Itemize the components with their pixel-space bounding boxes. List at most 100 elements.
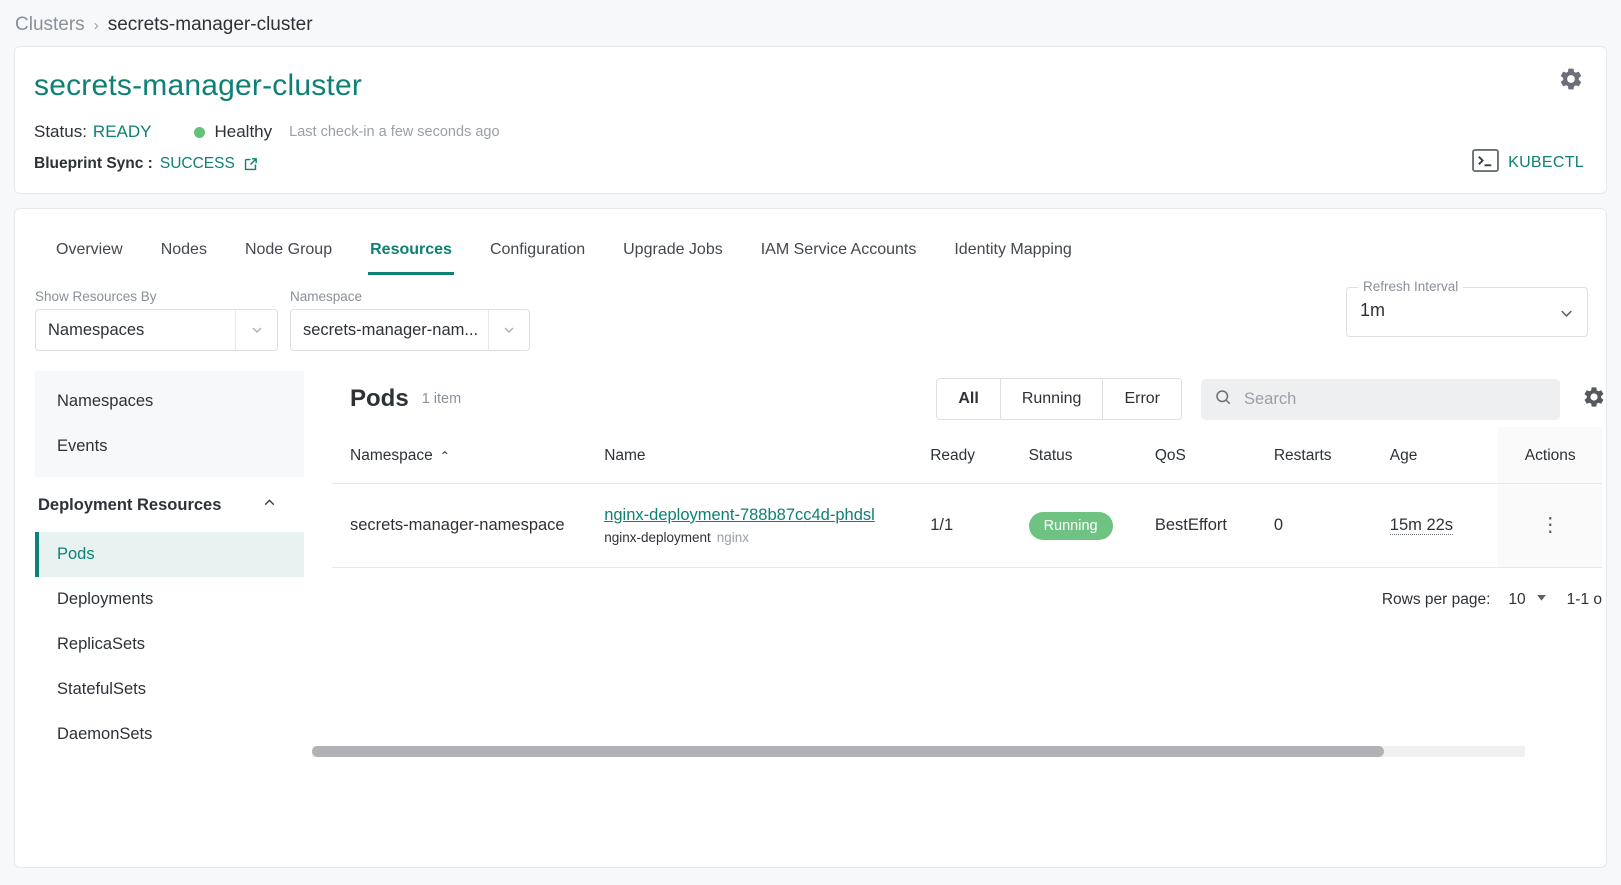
- tab-nodes[interactable]: Nodes: [142, 231, 226, 275]
- cell-restarts: 0: [1273, 483, 1390, 568]
- show-resources-by-value: Namespaces: [48, 320, 145, 339]
- tab-resources[interactable]: Resources: [351, 231, 471, 275]
- terminal-icon: [1472, 149, 1500, 177]
- blueprint-sync-label: Blueprint Sync :: [34, 155, 153, 172]
- pods-toolbar: Pods 1 item All Running Error: [332, 371, 1606, 427]
- blueprint-sync-value: SUCCESS: [159, 155, 235, 172]
- age-value: 15m 22s: [1389, 516, 1454, 535]
- resource-sidebar: Namespaces Events Deployment Resources P…: [35, 371, 304, 757]
- column-header-status[interactable]: Status: [1028, 427, 1155, 484]
- tab-node-group[interactable]: Node Group: [226, 231, 351, 275]
- pagination-range-text: 1-1 o: [1566, 591, 1602, 608]
- scrollbar-thumb[interactable]: [312, 746, 1384, 757]
- namespace-select[interactable]: secrets-manager-nam...: [290, 309, 530, 351]
- cluster-settings-gear-icon[interactable]: [1558, 66, 1584, 97]
- last-checkin-text: Last check-in a few seconds ago: [289, 124, 500, 140]
- cell-qos: BestEffort: [1154, 483, 1274, 568]
- namespace-field: Namespace secrets-manager-nam...: [290, 289, 530, 351]
- external-link-icon[interactable]: [242, 156, 259, 173]
- sidebar-item-pods[interactable]: Pods: [35, 532, 304, 577]
- status-value: READY: [92, 122, 152, 141]
- pod-owner-info: nginx-deployment nginx: [604, 530, 930, 545]
- status-filter-group: All Running Error: [936, 378, 1182, 420]
- chevron-down-icon: [1534, 590, 1549, 610]
- table-row: secrets-manager-namespace nginx-deployme…: [332, 483, 1602, 568]
- sidebar-item-label: Deployments: [57, 590, 154, 608]
- column-label: Ready: [930, 447, 976, 464]
- column-label: Restarts: [1273, 447, 1332, 464]
- column-header-age[interactable]: Age: [1389, 427, 1499, 484]
- column-header-qos[interactable]: QoS: [1154, 427, 1274, 484]
- sidebar-item-label: Pods: [57, 545, 95, 563]
- row-actions-menu-icon[interactable]: ⋮: [1540, 514, 1560, 536]
- pod-owner: nginx-deployment: [604, 530, 711, 545]
- rows-per-page-select[interactable]: 10: [1508, 590, 1548, 610]
- sidebar-item-daemonsets[interactable]: DaemonSets: [35, 712, 304, 757]
- refresh-interval-select[interactable]: Refresh Interval 1m: [1346, 279, 1588, 337]
- tab-iam-service-accounts[interactable]: IAM Service Accounts: [742, 231, 936, 275]
- cell-age: 15m 22s: [1389, 483, 1499, 568]
- column-label: Status: [1028, 447, 1073, 464]
- sort-asc-icon: ⌃: [439, 449, 450, 463]
- filter-error-button[interactable]: Error: [1103, 379, 1181, 419]
- refresh-interval-label: Refresh Interval: [1358, 279, 1464, 294]
- column-label: Age: [1389, 447, 1418, 464]
- tab-label: IAM Service Accounts: [760, 241, 917, 258]
- pod-container: nginx: [716, 530, 750, 545]
- tab-configuration[interactable]: Configuration: [471, 231, 604, 275]
- kubectl-button[interactable]: KUBECTL: [1472, 149, 1584, 177]
- filter-all-button[interactable]: All: [937, 379, 1001, 419]
- filters-row: Show Resources By Namespaces Namespace s…: [15, 275, 1606, 351]
- chevron-down-icon: [487, 310, 529, 350]
- rows-per-page-label: Rows per page:: [1381, 591, 1491, 608]
- sidebar-section-deployment-resources[interactable]: Deployment Resources: [35, 477, 304, 532]
- tab-label: Nodes: [160, 241, 207, 258]
- sidebar-section-label: Deployment Resources: [38, 495, 222, 514]
- cell-status: Running: [1028, 483, 1155, 568]
- chevron-down-icon: [1557, 304, 1576, 328]
- cell-name: nginx-deployment-788b87cc4d-phdsl nginx-…: [604, 483, 931, 568]
- tab-upgrade-jobs[interactable]: Upgrade Jobs: [604, 231, 742, 275]
- tab-overview[interactable]: Overview: [37, 231, 142, 275]
- health-status-text: Healthy: [214, 122, 273, 141]
- column-header-ready[interactable]: Ready: [930, 427, 1029, 484]
- sidebar-item-events[interactable]: Events: [35, 424, 304, 469]
- chevron-up-icon: [261, 494, 278, 516]
- cell-namespace: secrets-manager-namespace: [332, 483, 605, 568]
- filter-running-button[interactable]: Running: [1000, 379, 1104, 419]
- pods-count: 1 item: [421, 391, 462, 407]
- show-resources-by-field: Show Resources By Namespaces: [35, 289, 278, 351]
- chevron-down-icon: [235, 310, 277, 350]
- column-header-restarts[interactable]: Restarts: [1273, 427, 1390, 484]
- cluster-status-line: Status: READY Healthy Last check-in a fe…: [34, 122, 1582, 142]
- horizontal-scrollbar[interactable]: [312, 746, 1525, 757]
- breadcrumb-current: secrets-manager-cluster: [107, 14, 313, 35]
- table-settings-gear-icon[interactable]: [1582, 385, 1606, 414]
- tab-identity-mapping[interactable]: Identity Mapping: [935, 231, 1090, 275]
- search-input[interactable]: [1242, 388, 1547, 410]
- sidebar-item-namespaces[interactable]: Namespaces: [35, 379, 304, 424]
- breadcrumb-clusters-link[interactable]: Clusters: [15, 14, 85, 36]
- sidebar-item-label: StatefulSets: [57, 680, 146, 698]
- tab-bar: Overview Nodes Node Group Resources Conf…: [15, 209, 1606, 275]
- sidebar-item-label: Namespaces: [57, 392, 154, 410]
- pod-name-link[interactable]: nginx-deployment-788b87cc4d-phdsl: [604, 506, 875, 524]
- table-body: secrets-manager-namespace nginx-deployme…: [332, 483, 1602, 568]
- search-box[interactable]: [1201, 378, 1560, 420]
- table-header: Namespace ⌃ Name Ready Status QoS Restart…: [332, 427, 1602, 484]
- health-dot-icon: [193, 126, 205, 138]
- cell-ready: 1/1: [930, 483, 1029, 568]
- sidebar-item-replicasets[interactable]: ReplicaSets: [35, 622, 304, 667]
- show-resources-by-select[interactable]: Namespaces: [35, 309, 278, 351]
- column-header-actions: Actions: [1498, 427, 1602, 484]
- pods-title: Pods: [350, 385, 409, 412]
- column-header-name[interactable]: Name: [604, 427, 931, 484]
- sidebar-item-statefulsets[interactable]: StatefulSets: [35, 667, 304, 712]
- filter-label: Error: [1124, 390, 1160, 407]
- sidebar-item-deployments[interactable]: Deployments: [35, 577, 304, 622]
- column-header-namespace[interactable]: Namespace ⌃: [332, 427, 605, 484]
- blueprint-sync-line: Blueprint Sync : SUCCESS: [34, 155, 1582, 173]
- tab-label: Configuration: [489, 241, 586, 258]
- breadcrumb-separator-icon: ›: [93, 16, 99, 34]
- namespace-label: Namespace: [290, 289, 363, 304]
